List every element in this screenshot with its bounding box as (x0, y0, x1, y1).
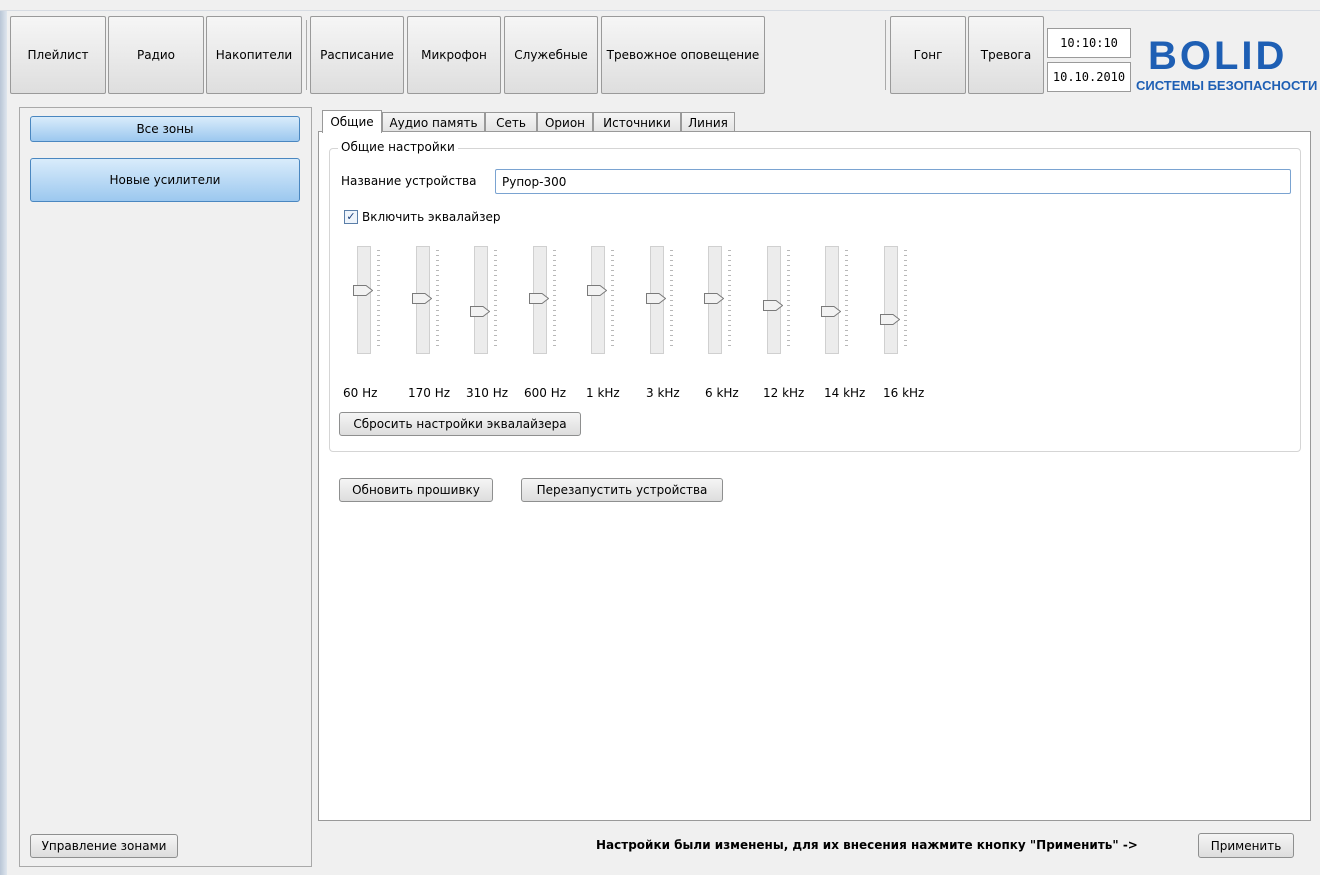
device-name-label: Название устройства (341, 174, 477, 188)
eq-slider[interactable] (353, 246, 403, 356)
eq-slider-ticks (903, 250, 907, 350)
general-tab-panel: Общие настройки Название устройства ✓ Вк… (318, 131, 1311, 821)
playlist-button[interactable]: Плейлист (10, 16, 106, 94)
eq-slider-thumb[interactable] (470, 306, 490, 318)
eq-slider[interactable] (879, 246, 930, 356)
eq-slider-track[interactable] (883, 246, 898, 354)
eq-slider-ticks (669, 250, 673, 350)
logo-word: BOLID (1148, 34, 1287, 79)
eq-slider-track[interactable] (825, 246, 839, 354)
group-title: Общие настройки (338, 140, 458, 154)
service-button[interactable]: Служебные (504, 16, 598, 94)
eq-slider-thumb[interactable] (587, 284, 607, 296)
bolid-logo: BOLID СИСТЕМЫ БЕЗОПАСНОСТИ (1134, 34, 1320, 96)
manage-zones-button[interactable]: Управление зонами (30, 834, 178, 858)
eq-slider-track[interactable] (474, 246, 488, 354)
update-firmware-button[interactable]: Обновить прошивку (339, 478, 493, 502)
eq-slider-track[interactable] (591, 246, 605, 354)
eq-slider[interactable] (821, 246, 871, 356)
device-name-input[interactable] (495, 169, 1291, 194)
eq-slider[interactable] (411, 246, 462, 356)
eq-slider-ticks (552, 250, 556, 350)
restart-devices-button[interactable]: Перезапустить устройства (521, 478, 723, 502)
alarm-notification-button[interactable]: Тревожное оповещение (601, 16, 765, 94)
window-top-edge (0, 0, 1320, 11)
eq-slider[interactable] (762, 246, 813, 356)
equalizer-checkbox[interactable]: ✓ Включить эквалайзер (344, 210, 500, 224)
eq-slider-thumb[interactable] (879, 313, 900, 325)
toolbar-separator (306, 20, 307, 90)
eq-slider-ticks (435, 250, 439, 350)
eq-slider[interactable] (528, 246, 579, 356)
eq-slider-ticks (494, 250, 497, 350)
checkbox-check-icon[interactable]: ✓ (344, 210, 358, 224)
eq-slider-thumb[interactable] (762, 300, 783, 312)
eq-slider-thumb[interactable] (704, 292, 724, 304)
status-message: Настройки были изменены, для их внесения… (596, 838, 1138, 852)
eq-band-label: 310 Hz (466, 386, 509, 400)
toolbar-separator (885, 20, 886, 90)
alarm-button[interactable]: Тревога (968, 16, 1044, 94)
radio-button[interactable]: Радио (108, 16, 204, 94)
eq-band-label: 12 kHz (763, 386, 805, 400)
eq-band-label: 60 Hz (343, 386, 378, 400)
storage-button[interactable]: Накопители (206, 16, 302, 94)
eq-band-label: 16 kHz (883, 386, 925, 400)
eq-slider-ticks (728, 250, 731, 350)
eq-band-label: 14 kHz (824, 386, 866, 400)
logo-text: BOLID (1148, 34, 1288, 78)
window-left-edge (0, 0, 7, 875)
eq-slider[interactable] (470, 246, 520, 356)
reset-equalizer-button[interactable]: Сбросить настройки эквалайзера (339, 412, 581, 436)
eq-slider-ticks (611, 250, 614, 350)
eq-slider-ticks (786, 250, 790, 350)
eq-slider-thumb[interactable] (353, 284, 373, 296)
tab-general[interactable]: Общие (322, 110, 382, 133)
eq-slider-ticks (845, 250, 848, 350)
eq-band-label: 6 kHz (705, 386, 739, 400)
eq-slider[interactable] (704, 246, 754, 356)
eq-slider-thumb[interactable] (821, 306, 841, 318)
schedule-button[interactable]: Расписание (310, 16, 404, 94)
logo-subtitle: СИСТЕМЫ БЕЗОПАСНОСТИ (1136, 78, 1318, 93)
eq-slider[interactable] (587, 246, 637, 356)
tab-sources[interactable]: Источники (593, 112, 681, 132)
eq-band-label: 3 kHz (646, 386, 680, 400)
eq-band-label: 600 Hz (524, 386, 567, 400)
apply-button[interactable]: Применить (1198, 833, 1294, 858)
tab-network[interactable]: Сеть (485, 112, 537, 132)
all-zones-button[interactable]: Все зоны (30, 116, 300, 142)
eq-slider-thumb[interactable] (411, 292, 432, 304)
eq-band-label: 170 Hz (408, 386, 451, 400)
eq-slider-ticks (377, 250, 380, 350)
equalizer-checkbox-label: Включить эквалайзер (362, 210, 501, 224)
microphone-button[interactable]: Микрофон (407, 16, 501, 94)
eq-slider-thumb[interactable] (645, 292, 666, 304)
tab-audio-memory[interactable]: Аудио память (382, 112, 485, 132)
clock-time: 10:10:10 (1047, 28, 1131, 58)
tab-orion[interactable]: Орион (537, 112, 593, 132)
clock-date: 10.10.2010 (1047, 62, 1131, 92)
tab-line[interactable]: Линия (681, 112, 735, 132)
new-amplifiers-button[interactable]: Новые усилители (30, 158, 300, 202)
eq-slider-track[interactable] (357, 246, 371, 354)
eq-band-label: 1 kHz (586, 386, 620, 400)
gong-button[interactable]: Гонг (890, 16, 966, 94)
eq-slider-thumb[interactable] (528, 292, 549, 304)
eq-slider[interactable] (645, 246, 696, 356)
zones-panel: Все зоны Новые усилители Управление зона… (19, 107, 312, 867)
